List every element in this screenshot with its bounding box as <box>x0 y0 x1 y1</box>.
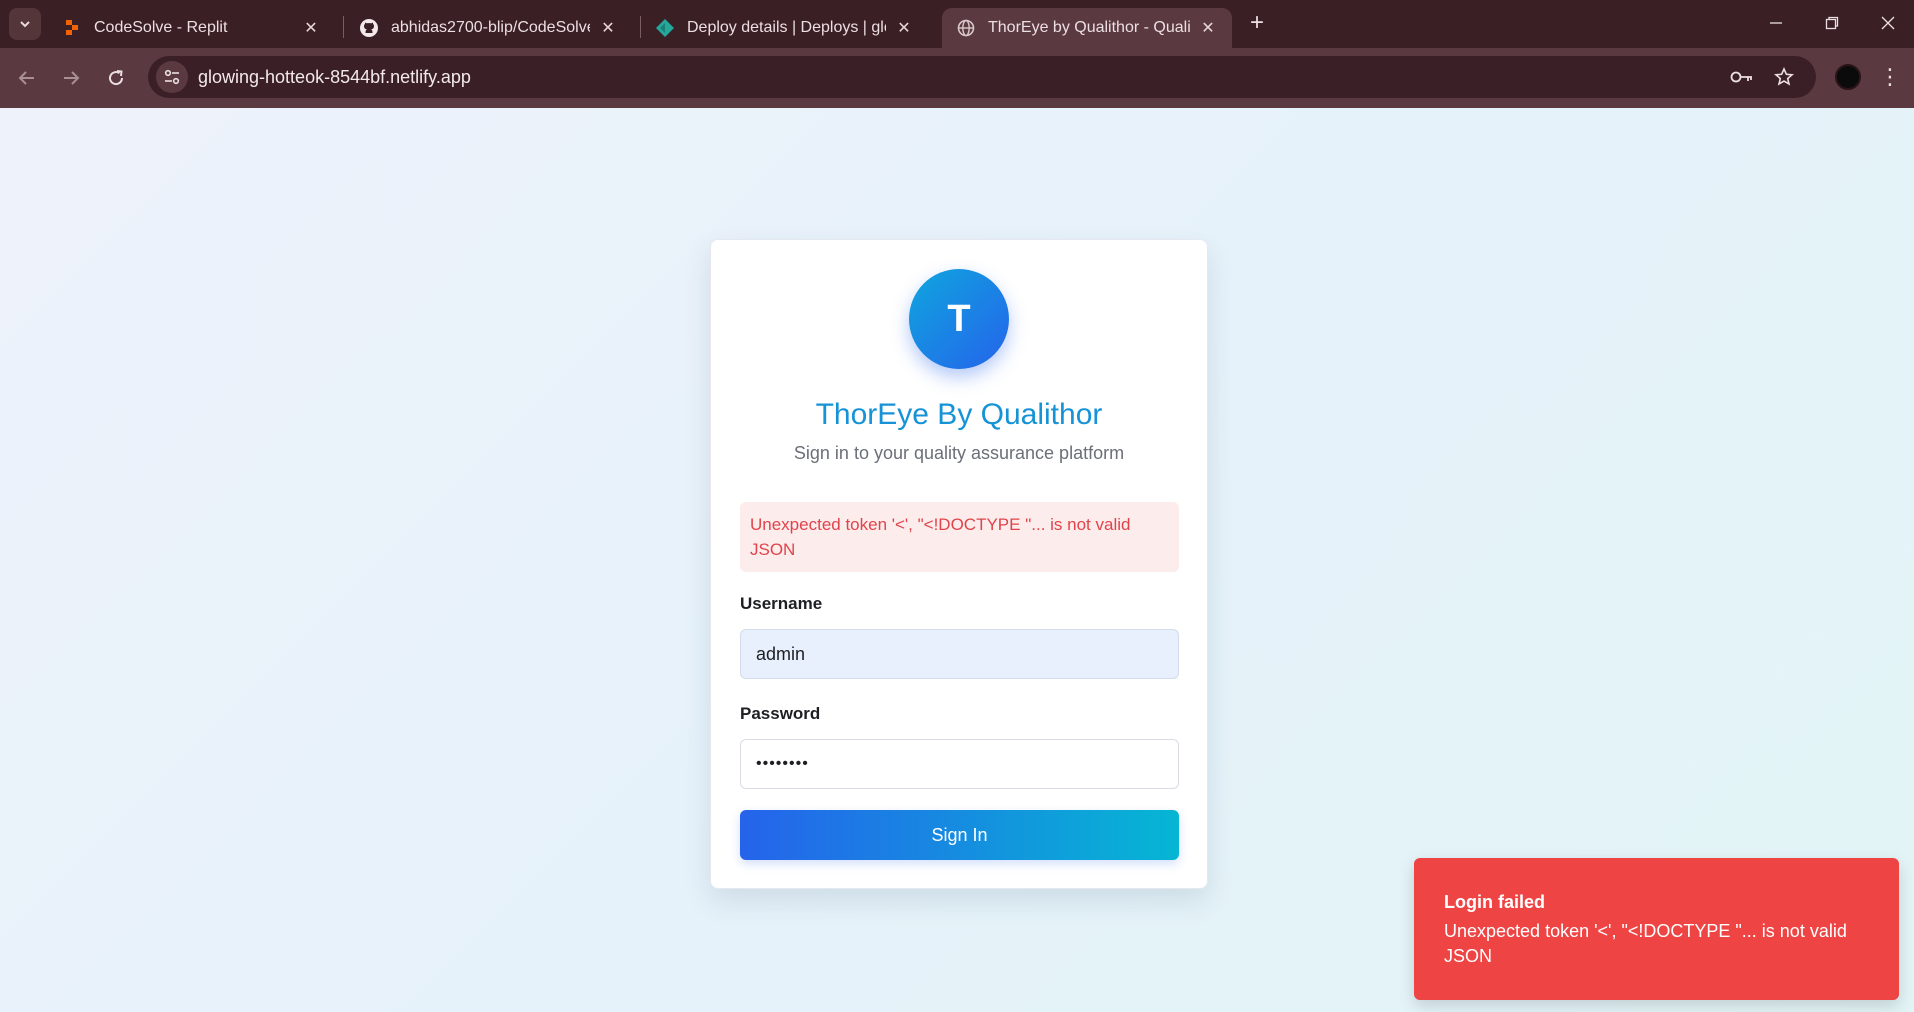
tab-github-codesolve[interactable]: abhidas2700-blip/CodeSolve ✕ <box>345 8 632 48</box>
minimize-button[interactable] <box>1748 8 1804 38</box>
tab-netlify-deploy[interactable]: Deploy details | Deploys | glowin ✕ <box>641 8 928 48</box>
forward-button[interactable] <box>53 60 89 96</box>
restore-icon <box>1825 16 1839 30</box>
netlify-icon <box>655 18 675 38</box>
close-icon[interactable]: ✕ <box>301 18 321 38</box>
error-toast[interactable]: Login failed Unexpected token '<', "<!DO… <box>1414 858 1899 1000</box>
replit-icon <box>62 18 82 38</box>
toast-title: Login failed <box>1444 892 1545 912</box>
error-message: Unexpected token '<', "<!DOCTYPE "... is… <box>740 502 1179 572</box>
brand-tagline: Sign in to your quality assurance platfo… <box>793 443 1125 463</box>
close-icon <box>1881 16 1895 30</box>
arrow-right-icon <box>64 71 80 85</box>
address-bar[interactable]: glowing-hotteok-8544bf.netlify.app <box>148 56 1816 98</box>
logo-letter: T <box>947 297 971 340</box>
github-icon <box>359 18 379 38</box>
browser-toolbar: glowing-hotteok-8544bf.netlify.app ⋮ <box>0 48 1914 108</box>
tab-search-button[interactable] <box>9 8 41 40</box>
tab-codesolve-replit[interactable]: CodeSolve - Replit ✕ <box>48 8 335 48</box>
back-button[interactable] <box>9 60 45 96</box>
close-icon[interactable]: ✕ <box>1198 18 1218 38</box>
password-key-button[interactable] <box>1726 61 1758 93</box>
star-icon <box>1774 67 1794 86</box>
close-window-button[interactable] <box>1860 8 1914 38</box>
toast-message: Unexpected token '<', "<!DOCTYPE "... is… <box>1444 921 1847 966</box>
arrow-left-icon <box>18 71 34 85</box>
sign-in-button[interactable]: Sign In <box>740 810 1179 860</box>
password-input[interactable]: •••••••• <box>740 739 1179 789</box>
bookmark-button[interactable] <box>1768 61 1800 93</box>
tab-title: ThorEye by Qualithor - Quality A <box>988 19 1190 36</box>
globe-icon <box>956 18 976 38</box>
tab-separator <box>343 16 344 38</box>
key-icon <box>1730 71 1752 83</box>
restore-button[interactable] <box>1804 8 1860 38</box>
reload-icon <box>109 70 124 86</box>
page-background: T ThorEye By Qualithor Sign in to your q… <box>0 108 1914 1012</box>
close-icon[interactable]: ✕ <box>598 18 618 38</box>
brand-title: ThorEye By Qualithor <box>815 398 1103 431</box>
username-input[interactable]: admin <box>740 629 1179 679</box>
browser-menu-button[interactable]: ⋮ <box>1878 61 1902 93</box>
login-card: T ThorEye By Qualithor Sign in to your q… <box>710 239 1208 889</box>
profile-avatar[interactable] <box>1835 64 1861 90</box>
password-label: Password <box>740 704 821 723</box>
tab-title: CodeSolve - Replit <box>94 19 228 36</box>
tab-title: abhidas2700-blip/CodeSolve <box>391 19 590 36</box>
tune-icon <box>164 69 180 85</box>
reload-button[interactable] <box>98 60 134 96</box>
close-icon[interactable]: ✕ <box>894 18 914 38</box>
url-text[interactable]: glowing-hotteok-8544bf.netlify.app <box>198 67 471 88</box>
tab-title: Deploy details | Deploys | glowin <box>687 19 886 36</box>
username-label: Username <box>740 594 823 613</box>
site-info-button[interactable] <box>156 61 188 93</box>
minimize-icon <box>1770 22 1782 24</box>
chevron-down-icon <box>20 21 30 28</box>
new-tab-button[interactable]: + <box>1245 11 1269 36</box>
tab-thoreye-active[interactable]: ThorEye by Qualithor - Quality A ✕ <box>942 8 1232 48</box>
brand-logo: T <box>909 269 1009 369</box>
